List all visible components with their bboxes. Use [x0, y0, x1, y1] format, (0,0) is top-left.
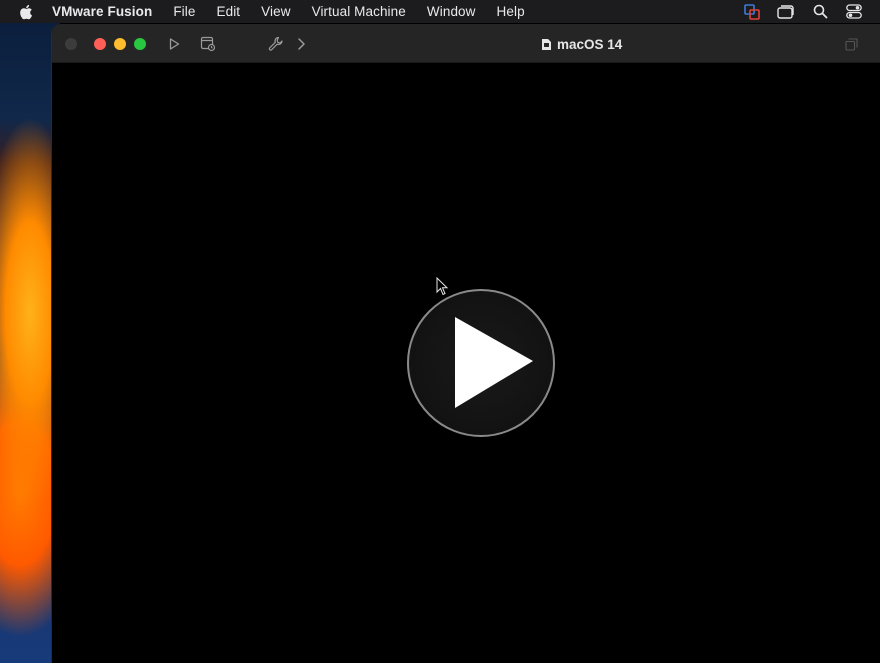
- sidebar-toggle-dot[interactable]: [65, 38, 77, 50]
- resize-icon: [844, 37, 858, 51]
- apple-menu-icon[interactable]: [19, 4, 33, 20]
- resize-button[interactable]: [841, 34, 861, 54]
- settings-button[interactable]: [266, 34, 286, 54]
- power-on-play-button[interactable]: [407, 289, 555, 437]
- snapshot-icon: [200, 36, 216, 52]
- menu-view[interactable]: View: [261, 4, 290, 19]
- wrench-icon: [268, 36, 283, 51]
- menu-window[interactable]: Window: [427, 4, 476, 19]
- control-center-icon[interactable]: [845, 3, 863, 21]
- menu-help[interactable]: Help: [497, 4, 525, 19]
- start-vm-button[interactable]: [164, 34, 184, 54]
- menu-app-name[interactable]: VMware Fusion: [52, 4, 152, 19]
- menu-edit[interactable]: Edit: [216, 4, 240, 19]
- vm-document-icon: [542, 38, 551, 50]
- menu-virtual-machine[interactable]: Virtual Machine: [312, 4, 406, 19]
- menu-bar: VMware Fusion File Edit View Virtual Mac…: [0, 0, 880, 23]
- snapshot-button[interactable]: [198, 34, 218, 54]
- vm-display[interactable]: [52, 64, 880, 663]
- vmware-icon[interactable]: [743, 3, 761, 21]
- vm-window: macOS 14: [51, 24, 880, 663]
- window-switch-icon[interactable]: [777, 3, 795, 21]
- play-icon: [455, 317, 533, 408]
- search-icon[interactable]: [811, 3, 829, 21]
- maximize-button[interactable]: [134, 38, 146, 50]
- window-titlebar[interactable]: macOS 14: [52, 24, 880, 63]
- window-title: macOS 14: [541, 36, 622, 52]
- play-icon: [169, 38, 180, 50]
- chevron-right-icon: [298, 38, 305, 50]
- close-button[interactable]: [94, 38, 106, 50]
- window-title-text: macOS 14: [557, 36, 623, 52]
- more-toolbar-button[interactable]: [291, 34, 311, 54]
- mouse-cursor-icon: [436, 277, 449, 296]
- minimize-button[interactable]: [114, 38, 126, 50]
- menu-file[interactable]: File: [173, 4, 195, 19]
